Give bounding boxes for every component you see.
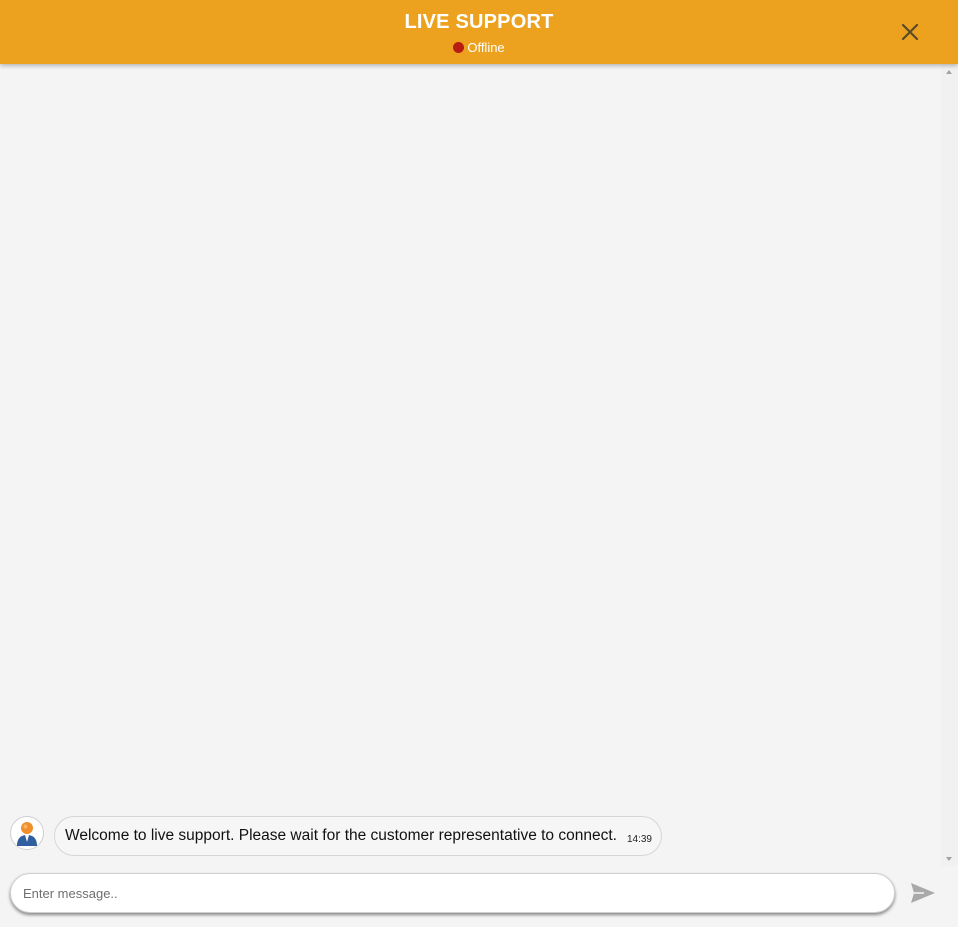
close-icon [901, 23, 919, 41]
live-support-window: LIVE SUPPORT Offline Welcome to live sup… [0, 0, 958, 927]
status-dot-icon [453, 42, 465, 53]
status-label: Offline [467, 40, 505, 55]
connection-status: Offline [0, 40, 958, 55]
send-icon [911, 883, 935, 903]
scroll-up-arrow-icon[interactable] [946, 70, 952, 74]
scroll-down-arrow-icon[interactable] [946, 857, 952, 861]
chat-title: LIVE SUPPORT [404, 11, 554, 33]
message-bubble: Welcome to live support. Please wait for… [54, 816, 662, 856]
close-button[interactable] [898, 20, 922, 44]
message-text: Welcome to live support. Please wait for… [65, 827, 617, 844]
agent-avatar-icon [10, 816, 44, 850]
message-time: 14:39 [626, 833, 652, 845]
message-list-scrollbar[interactable] [941, 64, 958, 866]
message-item: Welcome to live support. Please wait for… [10, 816, 662, 856]
message-list[interactable]: Welcome to live support. Please wait for… [0, 64, 941, 866]
chat-header: LIVE SUPPORT Offline [0, 0, 958, 64]
composer [10, 873, 895, 913]
send-button[interactable] [910, 882, 936, 904]
message-input[interactable] [10, 873, 895, 913]
